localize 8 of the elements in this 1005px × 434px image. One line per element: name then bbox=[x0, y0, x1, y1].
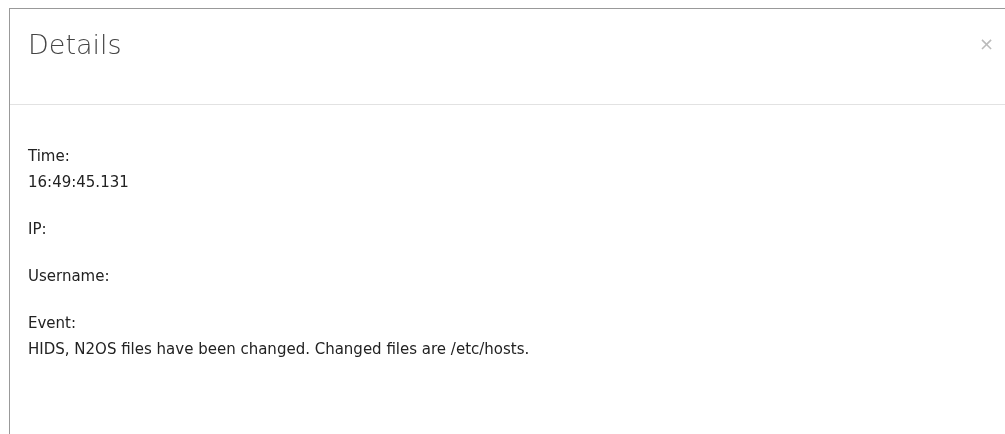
field-value: HIDS, N2OS files have been changed. Changed files are /etc/hosts. bbox=[28, 339, 530, 360]
close-button[interactable]: × bbox=[978, 35, 994, 53]
field-label: Time: bbox=[28, 146, 70, 167]
field-label: Username: bbox=[28, 266, 110, 287]
field-label: Event: bbox=[28, 313, 77, 334]
field-value: 16:49:45.131 bbox=[28, 172, 129, 193]
dialog-title: Details bbox=[28, 28, 122, 62]
field-label: IP: bbox=[28, 219, 47, 240]
